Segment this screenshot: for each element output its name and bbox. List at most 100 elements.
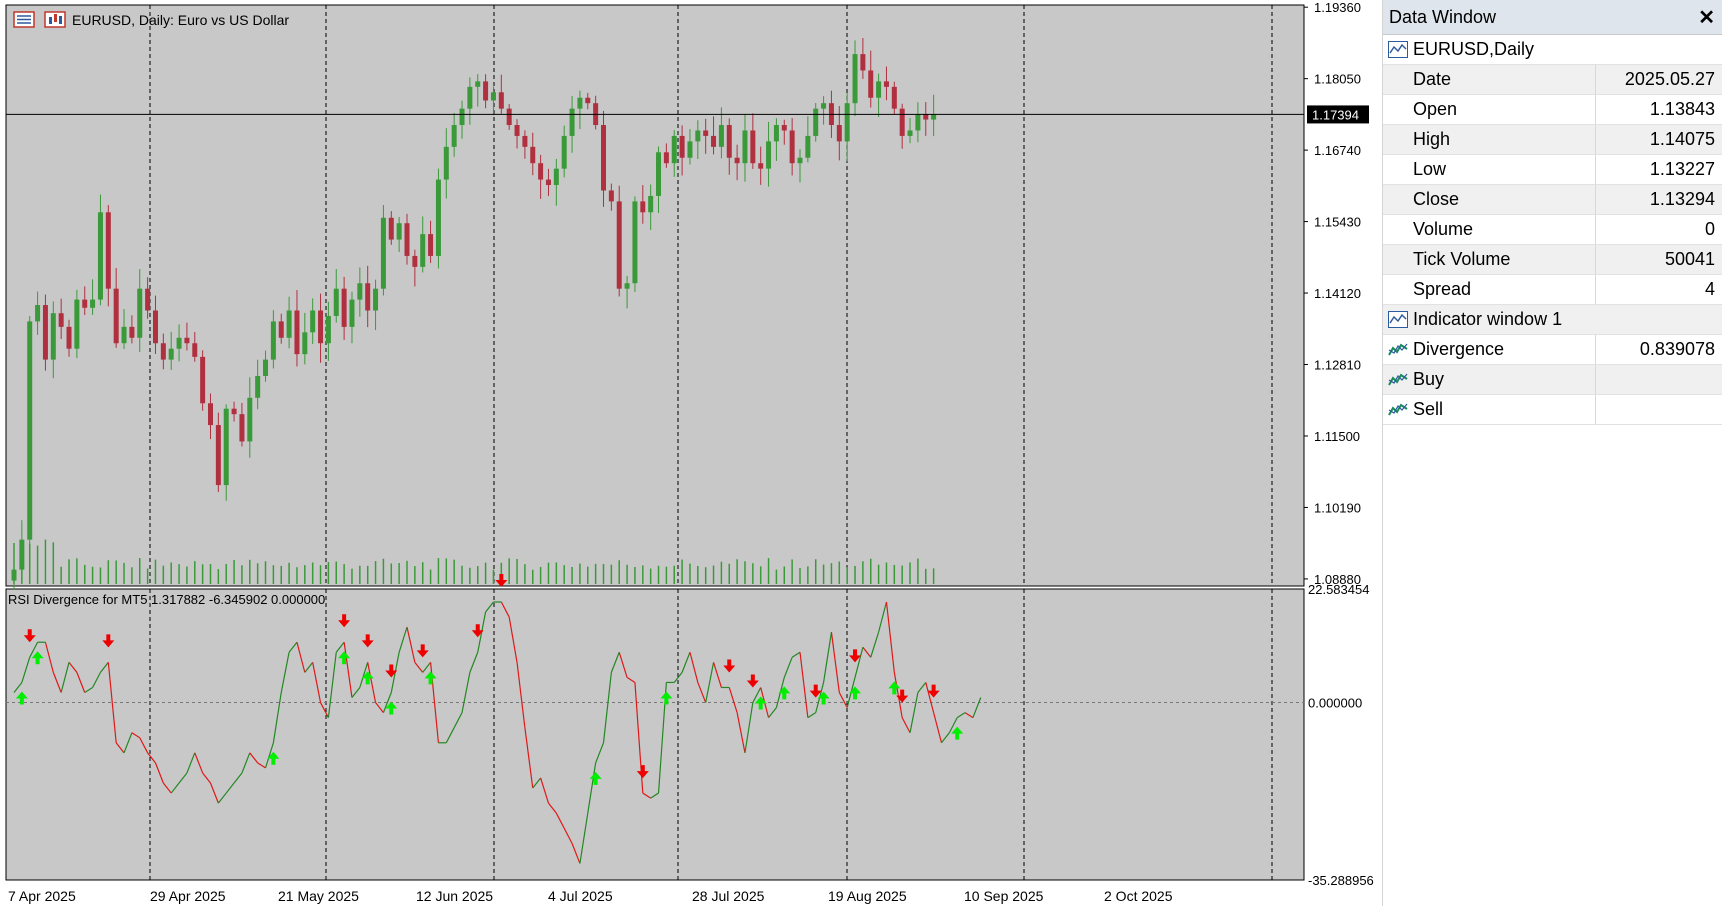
time-axis-label: 28 Jul 2025 [692,888,765,904]
candle-bear [129,326,135,338]
candle-bear [404,223,410,256]
candle-bull [718,125,724,147]
candle-bear [483,81,489,101]
candle-bear [750,130,756,164]
candle-bear [585,97,591,104]
candle-bull [907,130,913,136]
price-chart[interactable]: 1.19360 1.18050 1.16740 1.15430 1.14120 1.128… [0,0,1378,906]
price-axis-label: 1.15430 [1314,215,1361,230]
indicator-row-value: 0.839078 [1639,339,1715,359]
candle-bear [42,305,48,360]
candle-bull [553,168,559,186]
chart-list-icon[interactable] [13,11,35,28]
indicator-row-name: Buy [1413,369,1445,389]
candle-bull [380,217,386,289]
price-axis-label: 1.16740 [1314,143,1361,158]
candle-bear [726,125,732,158]
price-axis-label: 1.19360 [1314,0,1361,15]
candle-bull [247,397,253,442]
price-axis-label: 1.14120 [1314,286,1361,301]
candle-bull [223,408,229,486]
price-pane [5,4,1305,587]
candle-bear [239,414,245,442]
data-row-value: 0 [1704,219,1715,239]
data-row-tick-volume: Tick Volume 50041 [1383,245,1722,275]
candle-bull [805,135,811,158]
candle-bull [915,114,921,131]
candle-bear [514,125,520,136]
data-row-value: 2025.05.27 [1624,69,1715,89]
candle-bear [522,135,528,147]
candle-bull [286,310,292,338]
candle-bull [624,283,630,289]
indicator-axis-label: 22.583454 [1308,582,1369,597]
candle-bear [278,321,284,338]
candle-bull [632,201,638,284]
data-row-label: Open [1383,95,1596,124]
price-axis-label: 1.10190 [1314,500,1361,515]
candle-bear [428,234,434,256]
time-axis-label: 19 Aug 2025 [828,888,907,904]
candle-bull [90,299,96,308]
candle-bear [145,288,151,311]
data-row-label: Volume [1383,215,1596,244]
candle-bear [160,343,166,360]
time-axis-label: 10 Sep 2025 [964,888,1044,904]
data-window-title: Data Window [1389,6,1497,27]
time-axis-label: 7 Apr 2025 [8,888,76,904]
data-window[interactable]: Data Window ✕ EURUSD,Daily Date 2025.05.2… [1382,0,1722,906]
candle-bull [490,92,496,101]
candle-bull [475,81,481,87]
indicator-line-icon [1388,403,1408,416]
data-row-value: 4 [1704,279,1715,299]
candle-bull [797,157,803,164]
data-window-indicator-rows: Divergence 0.839078 Buy Sell [1383,335,1722,425]
candle-bear [758,163,764,169]
candle-bear [294,310,300,355]
data-row-value: 1.13227 [1649,159,1715,179]
symbol-chart-icon[interactable] [44,11,66,28]
time-axis-label: 2 Oct 2025 [1104,888,1173,904]
data-row-label: Tick Volume [1383,245,1596,274]
indicator-row-value [1596,365,1722,394]
candle-bull [695,130,701,142]
candle-bull [459,108,465,126]
candle-bear [365,283,371,311]
data-row-value: 50041 [1664,249,1715,269]
chart-symbol-title: EURUSD, Daily: Euro vs US Dollar [72,12,290,28]
close-icon[interactable]: ✕ [1698,5,1715,30]
data-row-volume: Volume 0 [1383,215,1722,245]
candle-bull [325,315,331,344]
data-row-low: Low 1.13227 [1383,155,1722,185]
price-axis-label: 1.11500 [1314,429,1360,444]
chart-area[interactable]: 1.19360 1.18050 1.16740 1.15430 1.14120 1.128… [0,0,1378,906]
candle-bull [742,130,748,164]
candle-bear [663,152,669,164]
candle-bear [215,425,221,486]
data-window-indicator-group: Indicator window 1 [1383,305,1722,335]
indicator-row-divergence: Divergence 0.839078 [1383,335,1722,365]
data-row-date: Date 2025.05.27 [1383,65,1722,95]
candle-bear [105,212,111,289]
data-row-close: Close 1.13294 [1383,185,1722,215]
candle-bear [703,130,709,136]
candle-bull [50,313,56,360]
indicator-row-label: Divergence [1383,335,1596,364]
candle-bear [899,108,905,136]
candle-bear [891,86,897,109]
candle-bear [538,163,544,180]
indicator-group-label: Indicator window 1 [1413,309,1563,329]
data-row-label: High [1383,125,1596,154]
candle-bull [852,54,858,104]
candle-bull [844,103,850,142]
indicator-row-value [1596,395,1722,424]
candle-bear [679,135,685,158]
indicator-row-label: Sell [1383,395,1596,424]
candle-bull [876,81,882,98]
candle-bull [656,152,662,196]
candle-bull [310,310,316,333]
candle-bull [168,348,174,360]
candle-bear [506,108,512,126]
candle-bear [208,403,213,426]
data-row-label: Spread [1383,275,1596,304]
